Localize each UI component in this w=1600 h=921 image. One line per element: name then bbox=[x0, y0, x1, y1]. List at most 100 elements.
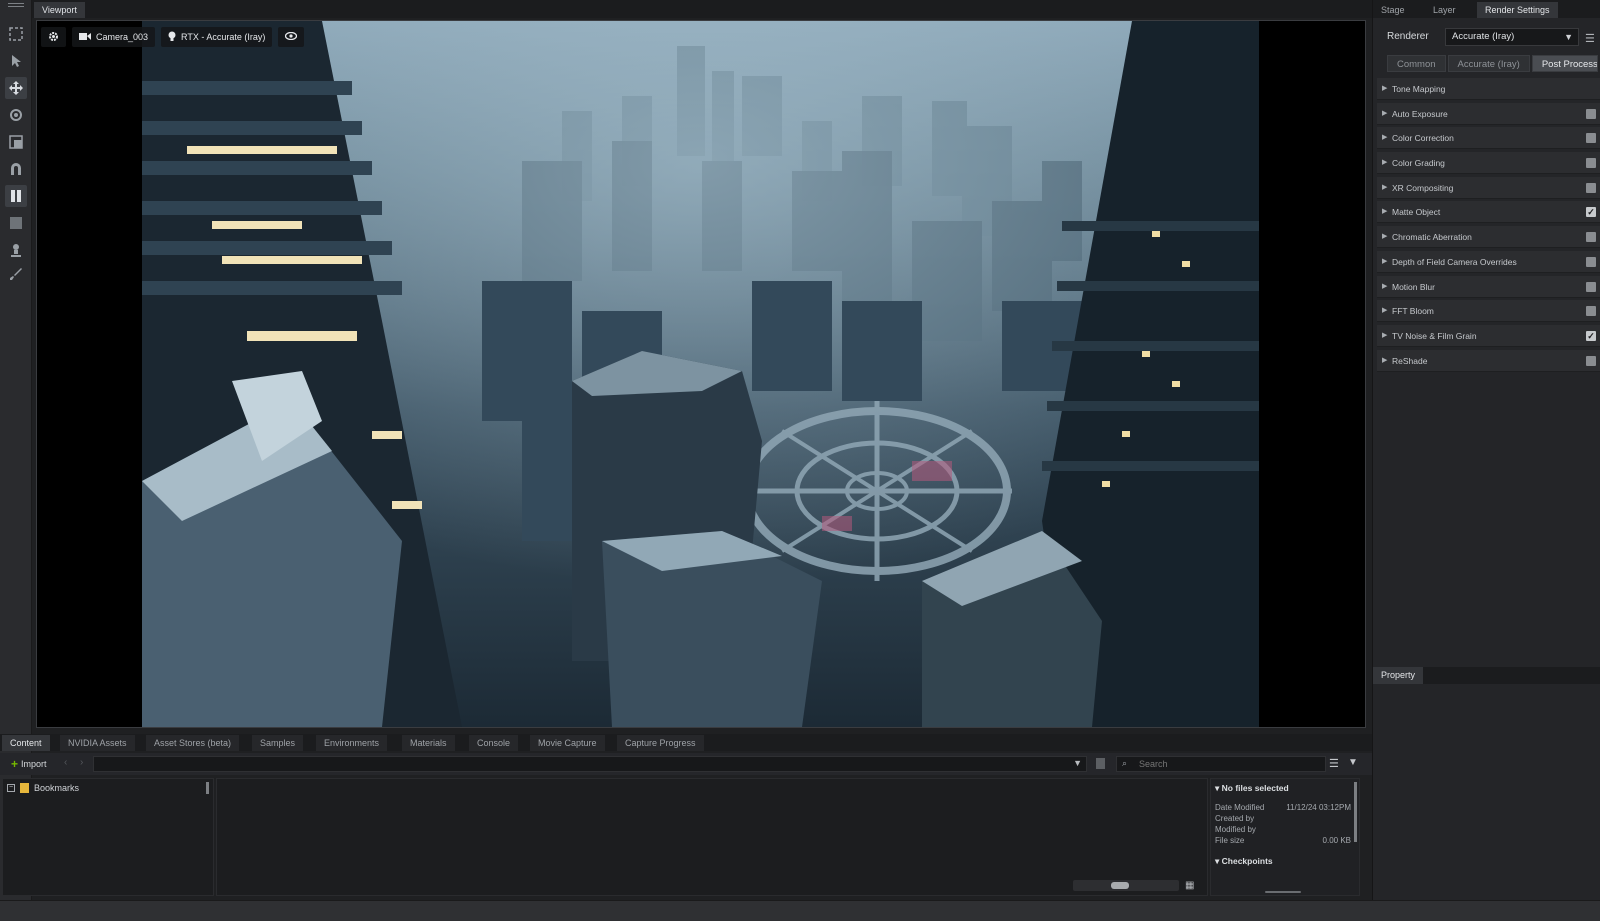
enable-checkbox[interactable]: ✓ bbox=[1586, 330, 1596, 341]
pointer-icon[interactable] bbox=[5, 50, 27, 72]
collapse-icon[interactable]: − bbox=[7, 784, 15, 792]
pp-row[interactable]: ▶ Depth of Field Camera Overrides bbox=[1377, 250, 1600, 273]
tab-content[interactable]: Content bbox=[2, 735, 50, 751]
snap-icon[interactable] bbox=[5, 158, 27, 180]
pp-label: Color Correction bbox=[1392, 133, 1454, 144]
tab-environments[interactable]: Environments bbox=[316, 735, 388, 751]
checkpoints-header[interactable]: ▾ Checkpoints bbox=[1215, 856, 1273, 867]
enable-checkbox[interactable] bbox=[1586, 306, 1596, 317]
tab-viewport[interactable]: Viewport bbox=[34, 2, 85, 18]
forward-arrow-icon[interactable]: › bbox=[80, 757, 83, 768]
viewport-tab-bar: Viewport bbox=[32, 0, 1372, 18]
pp-label: TV Noise & Film Grain bbox=[1392, 330, 1477, 341]
info-scrollbar[interactable] bbox=[1354, 782, 1357, 842]
slider-thumb[interactable] bbox=[1111, 882, 1129, 889]
tree-scrollbar[interactable] bbox=[206, 782, 209, 794]
renderer-dropdown[interactable]: Accurate (Iray) ▼ bbox=[1445, 28, 1579, 46]
list-view-icon[interactable]: ☰ bbox=[1329, 757, 1339, 770]
tab-property[interactable]: Property bbox=[1373, 667, 1424, 684]
import-button[interactable]: + Import bbox=[6, 756, 52, 772]
file-browser[interactable]: ▦ bbox=[216, 778, 1208, 896]
enable-checkbox[interactable] bbox=[1586, 256, 1596, 267]
tab-movie-capture[interactable]: Movie Capture bbox=[530, 735, 605, 751]
enable-checkbox[interactable] bbox=[1586, 108, 1596, 119]
tab-layer[interactable]: Layer bbox=[1425, 2, 1464, 18]
expand-arrow-icon[interactable]: ▶ bbox=[1382, 232, 1387, 240]
right-panel: Stage Layer Render Settings Renderer Acc… bbox=[1372, 0, 1600, 900]
path-field[interactable]: ▼ bbox=[93, 756, 1087, 772]
eye-icon bbox=[285, 31, 298, 42]
visibility-button[interactable] bbox=[278, 27, 305, 47]
scale-icon[interactable] bbox=[5, 131, 27, 153]
expand-arrow-icon[interactable]: ▶ bbox=[1382, 158, 1387, 166]
subtab-post-processing[interactable]: Post Processing bbox=[1531, 55, 1598, 72]
tab-console[interactable]: Console bbox=[469, 735, 519, 751]
pp-row[interactable]: ▶ Chromatic Aberration bbox=[1377, 226, 1600, 249]
pp-row[interactable]: ▶ XR Compositing bbox=[1377, 176, 1600, 199]
tab-materials[interactable]: Materials bbox=[402, 735, 455, 751]
expand-arrow-icon[interactable]: ▶ bbox=[1382, 282, 1387, 290]
expand-arrow-icon[interactable]: ▶ bbox=[1382, 109, 1387, 117]
pp-row[interactable]: ▶ Motion Blur bbox=[1377, 275, 1600, 298]
pp-row[interactable]: ▶ FFT Bloom bbox=[1377, 300, 1600, 323]
grid-view-icon[interactable]: ▦ bbox=[1185, 880, 1194, 891]
tab-samples[interactable]: Samples bbox=[252, 735, 304, 751]
select-icon[interactable] bbox=[5, 23, 27, 45]
enable-checkbox[interactable] bbox=[1586, 232, 1596, 243]
toolbar-menu-icon[interactable] bbox=[5, 2, 27, 10]
tab-nvidia-assets[interactable]: NVIDIA Assets bbox=[60, 735, 135, 751]
pause-icon[interactable] bbox=[5, 185, 27, 207]
tab-stage[interactable]: Stage bbox=[1373, 2, 1413, 18]
pp-row[interactable]: ▶ Color Correction bbox=[1377, 127, 1600, 150]
rotate-icon[interactable] bbox=[5, 104, 27, 126]
expand-arrow-icon[interactable]: ▶ bbox=[1382, 306, 1387, 314]
expand-arrow-icon[interactable]: ▶ bbox=[1382, 84, 1387, 92]
tab-render-settings[interactable]: Render Settings bbox=[1477, 2, 1558, 18]
viewport-toolbar: Camera_003 RTX - Accurate (Iray) bbox=[41, 27, 305, 47]
enable-checkbox[interactable] bbox=[1586, 182, 1596, 193]
camera-icon bbox=[79, 32, 91, 43]
expand-arrow-icon[interactable]: ▶ bbox=[1382, 257, 1387, 265]
pp-row[interactable]: ▶ Matte Object ✓ bbox=[1377, 201, 1600, 224]
pp-row[interactable]: ▶ Tone Mapping bbox=[1377, 78, 1600, 100]
file-size-value: 0.00 KB bbox=[1322, 836, 1351, 845]
no-files-header[interactable]: ▾ No files selected bbox=[1215, 783, 1289, 794]
stop-icon[interactable] bbox=[5, 212, 27, 234]
camera-selector[interactable]: Camera_003 bbox=[72, 27, 156, 47]
enable-checkbox[interactable] bbox=[1586, 355, 1596, 366]
bookmark-icon[interactable] bbox=[1096, 758, 1105, 769]
enable-checkbox[interactable] bbox=[1586, 158, 1596, 169]
back-arrow-icon[interactable]: ‹ bbox=[64, 757, 67, 768]
pp-label: Motion Blur bbox=[1392, 281, 1435, 292]
expand-arrow-icon[interactable]: ▶ bbox=[1382, 207, 1387, 215]
pp-row[interactable]: ▶ Color Grading bbox=[1377, 152, 1600, 175]
move-icon[interactable] bbox=[5, 77, 27, 99]
viewport[interactable]: Camera_003 RTX - Accurate (Iray) bbox=[36, 20, 1366, 728]
tab-asset-stores-beta[interactable]: Asset Stores (beta) bbox=[146, 735, 240, 751]
tree-item-bookmarks[interactable]: − Bookmarks bbox=[7, 783, 79, 793]
expand-arrow-icon[interactable]: ▶ bbox=[1382, 133, 1387, 141]
search-input[interactable] bbox=[1139, 757, 1319, 771]
enable-checkbox[interactable]: ✓ bbox=[1586, 207, 1596, 218]
subtab-common[interactable]: Common bbox=[1387, 55, 1446, 72]
thumbnail-size-slider[interactable] bbox=[1073, 880, 1179, 891]
subtab-accurate-iray[interactable]: Accurate (Iray) bbox=[1447, 55, 1530, 72]
expand-arrow-icon[interactable]: ▶ bbox=[1382, 183, 1387, 191]
enable-checkbox[interactable] bbox=[1586, 133, 1596, 144]
expand-arrow-icon[interactable]: ▶ bbox=[1382, 331, 1387, 339]
bottom-tab-bar: Content NVIDIA Assets Asset Stores (beta) S… bbox=[0, 734, 1372, 751]
enable-checkbox[interactable] bbox=[1586, 281, 1596, 292]
expand-arrow-icon[interactable]: ▶ bbox=[1382, 356, 1387, 364]
render-mode-selector[interactable]: RTX - Accurate (Iray) bbox=[161, 27, 273, 47]
filter-icon[interactable]: ▼ bbox=[1348, 757, 1358, 768]
pp-row[interactable]: ▶ Auto Exposure bbox=[1377, 102, 1600, 125]
light-icon[interactable] bbox=[5, 239, 27, 261]
viewport-settings-button[interactable] bbox=[41, 27, 66, 47]
hamburger-menu-icon[interactable]: ☰ bbox=[1585, 32, 1595, 45]
tab-capture-progress[interactable]: Capture Progress bbox=[617, 735, 704, 751]
pp-row[interactable]: ▶ ReShade bbox=[1377, 349, 1600, 372]
brush-icon[interactable] bbox=[5, 263, 27, 285]
pp-row[interactable]: ▶ TV Noise & Film Grain ✓ bbox=[1377, 324, 1600, 347]
path-dropdown-icon[interactable]: ▼ bbox=[1073, 758, 1082, 768]
file-size-label: File size bbox=[1215, 836, 1245, 845]
